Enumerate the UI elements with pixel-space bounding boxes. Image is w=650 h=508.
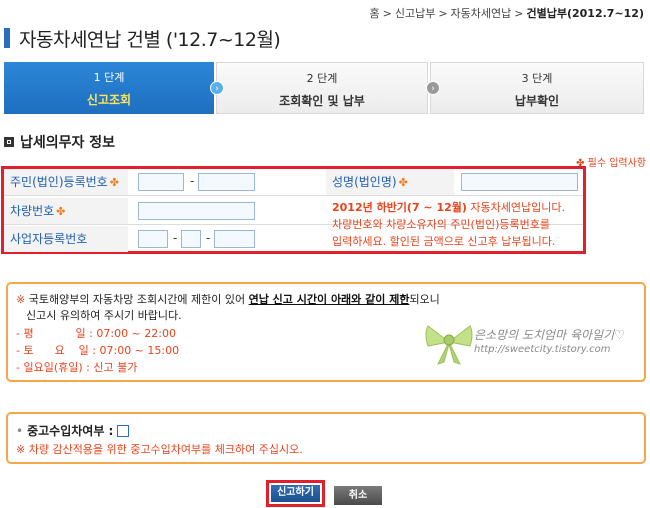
ribbon-bow-icon — [425, 325, 473, 365]
notice-text-a: 국토해양부의 자동차망 조회시간에 제한이 있어 — [28, 293, 249, 306]
taxpayer-form: 주민(법인)등록번호 ✤ - 성명(법인명) ✤ 차량번호 ✤ 사업자등록번호 - -… — [1, 166, 586, 254]
required-star-icon: ✤ — [109, 176, 119, 189]
submit-report-button[interactable]: 신고하기 — [271, 485, 320, 502]
required-note: ✤ 필수 입력사항 — [576, 158, 646, 169]
notice-highlight: 2012년 하반기(7 ~ 12월) — [332, 201, 467, 214]
notice-underlined: 연납 신고 시간이 아래와 같이 제한 — [248, 293, 410, 306]
watermark-url: http://sweetcity.tistory.com — [474, 344, 611, 355]
car-number-label-text: 차량번호 — [10, 204, 55, 218]
bullet: • — [16, 423, 24, 438]
breadcrumb-home[interactable]: 홈 — [369, 7, 379, 20]
step-arrow-icon: › — [426, 81, 440, 95]
blog-watermark: 은소망의 도치엄마 육아일기♡ http://sweetcity.tistory… — [424, 314, 625, 374]
breadcrumb-separator: > — [382, 7, 392, 20]
step-1: 1 단계 신고조회 — [4, 62, 214, 114]
step-1-number: 1 단계 — [93, 71, 125, 84]
resident-id-label: 주민(법인)등록번호 ✤ — [4, 169, 128, 195]
step-2: 2 단계 조회확인 및 납부 — [216, 62, 428, 114]
time-restriction-notice: ※ 국토해양부의 자동차망 조회시간에 제한이 있어 연납 신고 시간이 아래와… — [6, 282, 646, 382]
section-title: 납세의무자 정보 — [4, 132, 115, 152]
required-star-icon: ✤ — [398, 176, 408, 189]
cancel-button[interactable]: 취소 — [334, 486, 382, 505]
dash: - — [190, 174, 195, 188]
step-3-label: 납부확인 — [514, 94, 560, 108]
dash: - — [206, 231, 211, 245]
notice-text-b: 되오니 — [409, 293, 440, 306]
name-label-text: 성명(법인명) — [332, 175, 397, 189]
business-id-first-input[interactable] — [138, 230, 168, 248]
title-accent-bar — [4, 28, 10, 48]
name-input[interactable] — [461, 173, 578, 191]
breadcrumb: 홈 > 신고납부 > 자동차세연납 > 건별납부(2012.7~12) — [369, 5, 644, 21]
resident-id-first-input[interactable] — [138, 173, 184, 191]
page-title-text: 자동차세연납 건별 ('12.7~12월) — [19, 28, 281, 51]
page-title: 자동차세연납 건별 ('12.7~12월) — [4, 27, 281, 51]
notice-line3: 입력하세요. 할인된 금액으로 신고후 납부됩니다. — [332, 235, 556, 248]
breadcrumb-car-tax[interactable]: 자동차세연납 — [451, 7, 512, 20]
car-number-input[interactable] — [138, 202, 255, 220]
used-car-desc: ※ 차량 감산적용을 위한 중고수입차여부를 체크하여 주십시오. — [16, 443, 303, 456]
form-row-resident: 주민(법인)등록번호 ✤ - 성명(법인명) ✤ — [4, 169, 583, 196]
submit-button-highlight: 신고하기 — [266, 480, 325, 507]
business-id-third-input[interactable] — [214, 230, 255, 248]
step-2-label: 조회확인 및 납부 — [279, 94, 365, 108]
step-3: 3 단계 납부확인 — [430, 62, 644, 114]
business-id-label-text: 사업자등록번호 — [10, 232, 88, 246]
form-notice: 2012년 하반기(7 ~ 12월) 자동차세연납입니다. 차량번호와 차량소유… — [332, 199, 584, 250]
used-import-car-checkbox[interactable] — [117, 424, 130, 437]
resident-id-second-input[interactable] — [198, 173, 255, 191]
breadcrumb-report-pay[interactable]: 신고납부 — [395, 7, 435, 20]
dash: - — [173, 231, 178, 245]
breadcrumb-separator: > — [438, 7, 448, 20]
car-number-label: 차량번호 ✤ — [4, 198, 128, 224]
used-car-question: • 중고수입차여부 : — [16, 422, 636, 439]
name-label: 성명(법인명) ✤ — [326, 169, 454, 195]
breadcrumb-separator: > — [514, 7, 524, 20]
step-2-number: 2 단계 — [306, 72, 338, 85]
notice-line1: 자동차세연납입니다. — [466, 201, 566, 214]
step-1-label: 신고조회 — [86, 93, 132, 107]
note-mark: ※ — [16, 293, 26, 306]
step-progress: 1 단계 신고조회 2 단계 조회확인 및 납부 3 단계 납부확인 › › — [4, 62, 644, 114]
watermark-title: 은소망의 도치엄마 육아일기♡ — [474, 328, 625, 342]
breadcrumb-current: 건별납부(2012.7~12) — [526, 7, 644, 20]
notice-line: ※ 국토해양부의 자동차망 조회시간에 제한이 있어 연납 신고 시간이 아래와… — [16, 292, 636, 308]
used-car-question-text: 중고수입차여부 : — [27, 424, 114, 438]
used-import-car-section: • 중고수입차여부 : ※ 차량 감산적용을 위한 중고수입차여부를 체크하여 … — [6, 412, 646, 464]
resident-id-label-text: 주민(법인)등록번호 — [10, 175, 108, 189]
step-3-number: 3 단계 — [521, 72, 553, 85]
section-title-text: 납세의무자 정보 — [20, 135, 116, 151]
notice-line2: 차량번호와 차량소유자의 주민(법인)등록번호를 — [332, 218, 550, 231]
business-id-label: 사업자등록번호 — [4, 226, 128, 252]
business-id-second-input[interactable] — [181, 230, 201, 248]
step-arrow-icon: › — [210, 81, 224, 95]
required-star-icon: ✤ — [56, 205, 66, 218]
section-square-icon — [4, 137, 14, 147]
